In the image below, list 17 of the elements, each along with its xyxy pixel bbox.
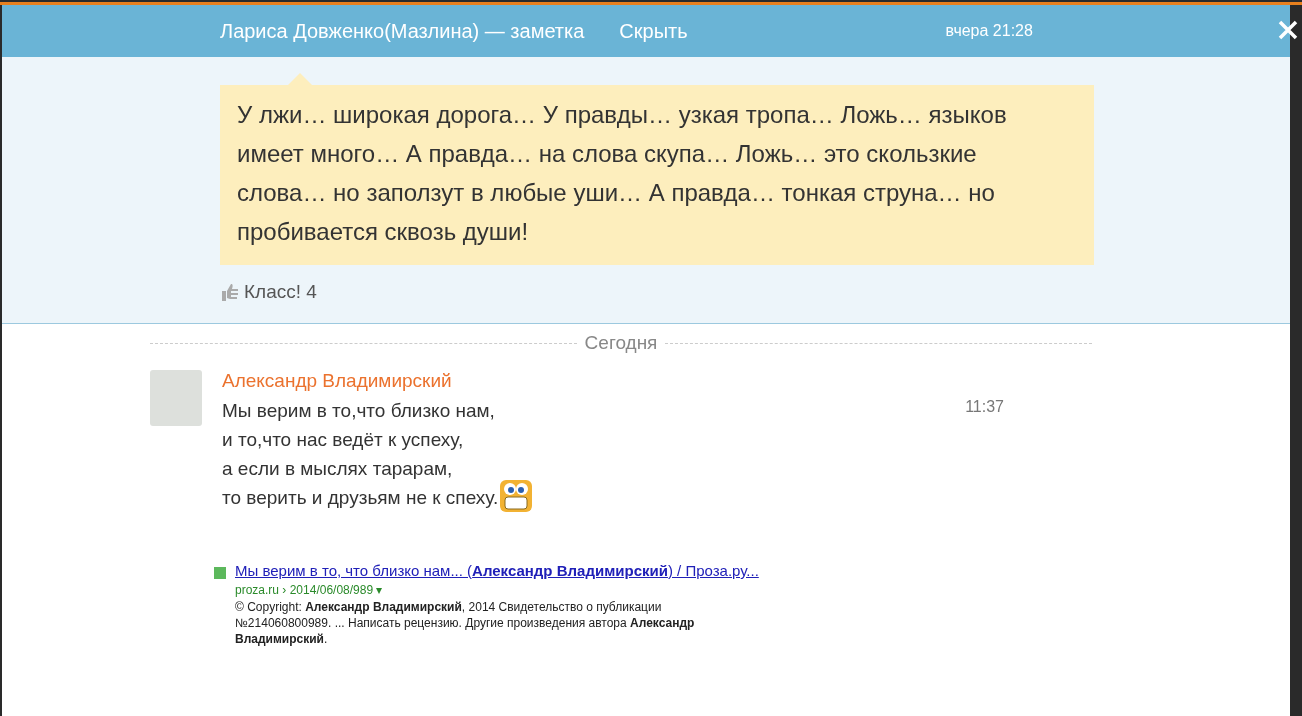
date-divider: Сегодня: [584, 332, 658, 354]
result-title-link[interactable]: Мы верим в то, что близко нам... (Александр Владимирский) / Проза.ру...: [235, 562, 835, 579]
comment-line: Мы верим в то,что близко нам,: [222, 399, 496, 423]
thumbs-up-icon[interactable]: [220, 282, 240, 302]
note-title: Лариса Довженко(Мазлина) — заметка: [220, 19, 585, 43]
comment-line: и то,что нас ведёт к успеху,: [222, 428, 465, 452]
result-snippet: © Copyright: Александр Владимирский, 2014 Свидетельство о публикации №214060800989. ... Написать рецензию. Другие произведения автора Александр Владимирский.: [235, 599, 696, 647]
note-text: У лжи… широкая дорога… У правды… узкая тропа… Ложь… языков имеет много… А правда… на слова скупа… Ложь… это скользкие слова… но заползут в любые уши… А правда… тонкая струна… но пробивается сквозь души!: [220, 85, 1094, 265]
note-time: вчера 21:28: [945, 22, 1033, 40]
square-icon: [214, 567, 226, 579]
grinning-smiley-icon: [499, 479, 534, 513]
comment-time: 11:37: [965, 398, 1004, 416]
result-url: proza.ru › 2014/06/08/989 ▾: [235, 583, 384, 597]
close-icon[interactable]: [1278, 20, 1298, 40]
like-count[interactable]: Класс! 4: [244, 281, 317, 303]
comment-line: а если в мыслях тарарам,: [222, 457, 454, 481]
comment-line: то верить и друзьям не к спеху.: [222, 483, 534, 512]
